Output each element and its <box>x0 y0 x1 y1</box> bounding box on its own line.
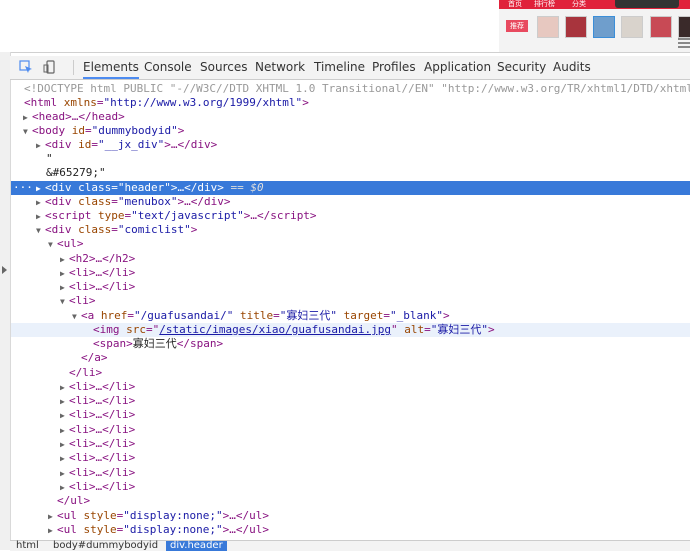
side-gutter <box>0 52 11 550</box>
comic-thumbnail[interactable] <box>650 16 672 38</box>
expand-triangle-icon[interactable]: ▶ <box>60 253 69 267</box>
expand-triangle-icon[interactable]: ▶ <box>60 395 69 409</box>
expand-triangle-icon[interactable]: ▶ <box>36 182 45 196</box>
dom-node-li-expanded[interactable]: ▼ <li> <box>11 294 690 308</box>
more-options-icon[interactable]: ··· <box>13 181 33 195</box>
expand-triangle-icon[interactable]: ▶ <box>60 409 69 423</box>
tab-elements[interactable]: Elements <box>83 56 139 79</box>
expand-triangle-icon[interactable]: ▶ <box>23 111 32 125</box>
dom-node-menubox[interactable]: ▶ <div class="menubox">…</div> <box>11 195 690 209</box>
menu-icon[interactable] <box>678 38 690 50</box>
dom-node-li[interactable]: ▶ <li>…</li> <box>11 408 690 422</box>
expand-triangle-icon[interactable]: ▶ <box>48 510 57 524</box>
dom-node-li[interactable]: ▶ <li>…</li> <box>11 394 690 408</box>
dom-node-li[interactable]: ▶ <li>…</li> <box>11 280 690 294</box>
dom-node-script[interactable]: ▶ <script type="text/javascript">…</scrip… <box>11 209 690 223</box>
dom-node-li[interactable]: ▶ <li>…</li> <box>11 437 690 451</box>
dom-node-anchor-close[interactable]: </a> <box>11 351 690 365</box>
expand-triangle-icon[interactable]: ▶ <box>60 452 69 466</box>
nav-item-category[interactable]: 分类 <box>572 0 586 9</box>
dom-node-li[interactable]: ▶ <li>…</li> <box>11 466 690 480</box>
breadcrumb: html body#dummybodyid div.header <box>10 540 690 551</box>
comic-thumbnail[interactable] <box>621 16 643 38</box>
device-mode-icon[interactable] <box>43 60 57 74</box>
toolbar-separator <box>73 60 74 75</box>
dom-node-img[interactable]: <img src="/static/images/xiao/guafusanda… <box>11 323 690 337</box>
collapse-triangle-icon[interactable]: ▼ <box>48 238 57 252</box>
expand-triangle-icon[interactable]: ▶ <box>60 267 69 281</box>
img-src-link[interactable]: /static/images/xiao/guafusandai.jpg <box>159 323 391 336</box>
nav-item-home[interactable]: 首页 <box>508 0 522 9</box>
dom-node-ul-hidden[interactable]: ▶ <ul style="display:none;">…</ul> <box>11 509 690 523</box>
comic-thumbnail[interactable] <box>565 16 587 38</box>
dom-node-li[interactable]: ▶ <li>…</li> <box>11 266 690 280</box>
dom-tree: <!DOCTYPE html PUBLIC "-//W3C//DTD XHTML… <box>11 80 690 540</box>
expand-arrow-icon[interactable] <box>2 266 7 274</box>
collapse-triangle-icon[interactable]: ▼ <box>72 310 81 324</box>
tab-console[interactable]: Console <box>144 56 192 79</box>
inspect-element-icon[interactable] <box>19 60 33 74</box>
comic-thumbnail[interactable] <box>593 16 615 38</box>
expand-triangle-icon[interactable]: ▶ <box>60 424 69 438</box>
collapse-triangle-icon[interactable]: ▼ <box>23 125 32 139</box>
collapse-triangle-icon[interactable]: ▼ <box>60 295 69 309</box>
tooltip <box>615 0 679 8</box>
tab-profiles[interactable]: Profiles <box>372 56 416 79</box>
tab-timeline[interactable]: Timeline <box>314 56 365 79</box>
dom-node-h2[interactable]: ▶ <h2>…</h2> <box>11 252 690 266</box>
dom-node-anchor[interactable]: ▼ <a href="/guafusandai/" title="寡妇三代" ta… <box>11 309 690 323</box>
dom-node-text-entity[interactable]: &#65279;" <box>11 166 690 180</box>
dom-node-header-selected[interactable]: ··· ▶ <div class="header">…</div> == $0 <box>11 181 690 195</box>
tab-audits[interactable]: Audits <box>553 56 591 79</box>
comic-thumbnail[interactable] <box>678 16 690 38</box>
doctype-text: <!DOCTYPE html PUBLIC "-//W3C//DTD XHTML… <box>24 82 690 95</box>
expand-triangle-icon[interactable]: ▶ <box>36 196 45 210</box>
expand-triangle-icon[interactable]: ▶ <box>60 381 69 395</box>
expand-triangle-icon[interactable]: ▶ <box>48 524 57 538</box>
devtools-toolbar: Elements Console Sources Network Timelin… <box>10 56 690 80</box>
nav-item-rank[interactable]: 排行榜 <box>534 0 555 9</box>
dom-node-body[interactable]: ▼ <body id="dummybodyid"> <box>11 124 690 138</box>
dom-node-jx-div[interactable]: ▶ <div id="__jx_div">…</div> <box>11 138 690 152</box>
recommend-button[interactable]: 推荐 <box>506 20 528 32</box>
dom-node-li[interactable]: ▶ <li>…</li> <box>11 423 690 437</box>
expand-triangle-icon[interactable]: ▶ <box>60 467 69 481</box>
expand-triangle-icon[interactable]: ▶ <box>36 210 45 224</box>
tab-security[interactable]: Security <box>497 56 546 79</box>
dom-node-li-close[interactable]: </li> <box>11 366 690 380</box>
dom-node-li[interactable]: ▶ <li>…</li> <box>11 480 690 494</box>
dom-node-ul[interactable]: ▼ <ul> <box>11 237 690 251</box>
dom-node-li[interactable]: ▶ <li>…</li> <box>11 451 690 465</box>
tab-application[interactable]: Application <box>424 56 491 79</box>
tab-sources[interactable]: Sources <box>200 56 247 79</box>
dom-node-comiclist[interactable]: ▼ <div class="comiclist"> <box>11 223 690 237</box>
expand-triangle-icon[interactable]: ▶ <box>60 481 69 495</box>
dom-node-ul-hidden[interactable]: ▶ <ul style="display:none;">…</ul> <box>11 523 690 537</box>
tab-network[interactable]: Network <box>255 56 305 79</box>
dom-node-doctype[interactable]: <!DOCTYPE html PUBLIC "-//W3C//DTD XHTML… <box>11 82 690 96</box>
dom-node-text[interactable]: " <box>11 152 690 166</box>
collapse-triangle-icon[interactable]: ▼ <box>36 224 45 238</box>
dom-node-ul-close[interactable]: </ul> <box>11 494 690 508</box>
comic-thumbnail[interactable] <box>537 16 559 38</box>
dom-node-html[interactable]: <html xmlns="http://www.w3.org/1999/xhtm… <box>11 96 690 110</box>
dom-node-li[interactable]: ▶ <li>…</li> <box>11 380 690 394</box>
expand-triangle-icon[interactable]: ▶ <box>36 139 45 153</box>
expand-triangle-icon[interactable]: ▶ <box>60 438 69 452</box>
dom-node-span[interactable]: <span>寡妇三代</span> <box>11 337 690 351</box>
dom-node-head[interactable]: ▶ <head>…</head> <box>11 110 690 124</box>
expand-triangle-icon[interactable]: ▶ <box>60 281 69 295</box>
